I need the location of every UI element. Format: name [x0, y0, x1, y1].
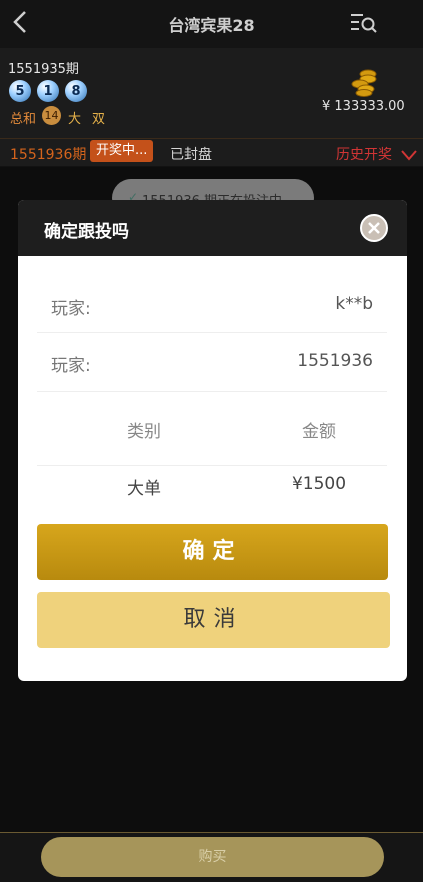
- last-period: 1551935期: [8, 62, 79, 77]
- menu-search-icon[interactable]: [350, 12, 378, 34]
- dialog-title: 确定跟投吗: [44, 222, 129, 242]
- bet-amount: ¥1500: [291, 474, 347, 494]
- closed-label: 已封盘: [170, 147, 212, 163]
- player-value: k**b: [335, 294, 373, 314]
- player-row: 玩家: k**b: [37, 274, 387, 333]
- close-icon[interactable]: [360, 214, 388, 242]
- cancel-button[interactable]: 取消: [37, 592, 390, 648]
- table-header-row: 类别 金额: [37, 392, 387, 466]
- confirm-follow-dialog: 确定跟投吗 玩家: k**b 玩家: 1551936 类别 金额 大单 ¥150…: [18, 200, 407, 681]
- sum-value-badge: 14: [42, 106, 61, 125]
- current-period: 1551936期: [10, 147, 87, 163]
- bet-category: 大单: [127, 479, 161, 499]
- parity-result: 双: [92, 112, 106, 127]
- result-ball: 5: [9, 80, 31, 102]
- column-header-category: 类别: [127, 422, 161, 442]
- period-value: 1551936: [297, 351, 373, 371]
- period-label: 玩家:: [51, 356, 91, 376]
- player-label: 玩家:: [51, 299, 91, 319]
- size-result: 大: [68, 112, 82, 127]
- chevron-down-icon[interactable]: [401, 146, 417, 161]
- result-ball: 1: [37, 80, 59, 102]
- history-link[interactable]: 历史开奖: [336, 144, 392, 164]
- result-ball: 8: [65, 80, 87, 102]
- balance-amount: ¥ 133333.00: [322, 99, 405, 114]
- column-header-amount: 金额: [302, 422, 336, 442]
- confirm-button[interactable]: 确定: [37, 524, 388, 580]
- period-row: 玩家: 1551936: [37, 333, 387, 392]
- opening-badge: 开奖中...: [90, 140, 154, 162]
- dialog-header: 确定跟投吗: [18, 200, 407, 256]
- buy-button[interactable]: 购买: [41, 837, 384, 877]
- sum-label: 总和: [10, 112, 37, 127]
- table-row: 大单 ¥1500: [37, 466, 387, 506]
- coin-stack-icon: [350, 67, 380, 97]
